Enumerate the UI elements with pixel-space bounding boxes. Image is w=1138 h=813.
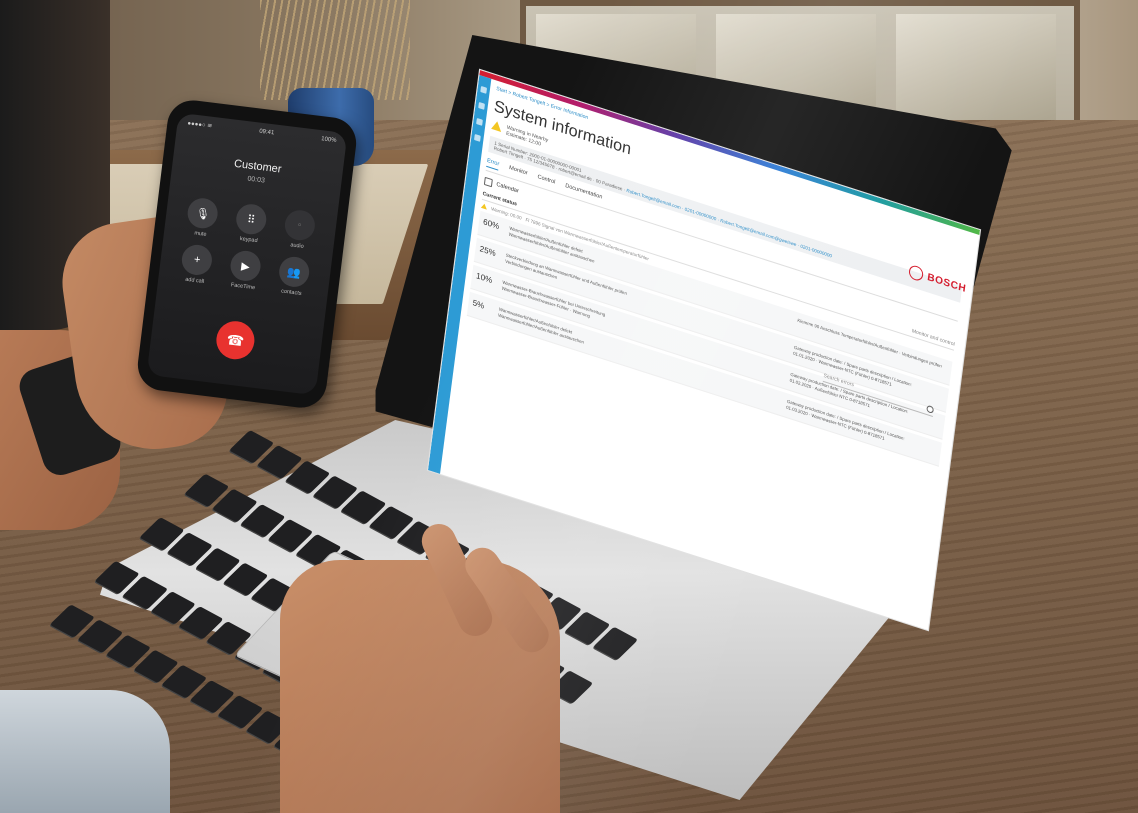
status-time: 09:41 xyxy=(258,128,275,137)
sidebar-info-icon[interactable] xyxy=(474,133,481,142)
photo-scene: ●●●●○ ≋ 09:41 100% Customer 00:03 🎙 mute… xyxy=(0,0,1138,813)
warning-icon xyxy=(491,119,503,132)
facetime-label: FaceTime xyxy=(230,282,256,292)
keypad-button[interactable]: ⠿ keypad xyxy=(224,201,277,246)
calendar-label: Calendar xyxy=(495,181,520,195)
contacts-button[interactable]: 👥 contacts xyxy=(267,254,320,299)
phone-call-screen: ●●●●○ ≋ 09:41 100% Customer 00:03 🎙 mute… xyxy=(146,112,348,396)
dried-grass-decoration xyxy=(260,0,410,100)
mute-label: mute xyxy=(193,230,207,238)
audio-icon: ◦ xyxy=(282,208,317,242)
contacts-label: contacts xyxy=(280,288,302,297)
end-call-icon: ☎ xyxy=(225,330,246,349)
cause-probability: 10% xyxy=(475,270,493,285)
facetime-icon: ▶ xyxy=(228,249,263,283)
mute-icon: 🎙 xyxy=(186,196,220,231)
call-controls: 🎙 mute ⠿ keypad ◦ audio + add call ▶ Fac… xyxy=(170,195,325,298)
contacts-icon: 👥 xyxy=(277,255,311,289)
mute-button[interactable]: 🎙 mute xyxy=(176,195,229,240)
phone-status-bar: ●●●●○ ≋ 09:41 100% xyxy=(187,120,337,145)
signal-indicator: ●●●●○ ≋ xyxy=(187,120,213,130)
end-call-button[interactable]: ☎ xyxy=(214,319,257,362)
battery-indicator: 100% xyxy=(320,136,337,145)
sidebar-home-icon[interactable] xyxy=(480,85,488,94)
facetime-button[interactable]: ▶ FaceTime xyxy=(218,248,271,293)
audio-button[interactable]: ◦ audio xyxy=(272,207,325,252)
audio-label: audio xyxy=(289,242,305,250)
cause-probability: 60% xyxy=(482,217,500,232)
keypad-icon: ⠿ xyxy=(234,202,268,236)
sidebar-list-icon[interactable] xyxy=(478,101,485,110)
cause-probability: 5% xyxy=(472,297,485,311)
tab-control[interactable]: Control xyxy=(537,174,556,189)
search-icon[interactable] xyxy=(926,404,935,414)
sidebar-settings-icon[interactable] xyxy=(476,117,483,126)
keypad-label: keypad xyxy=(239,236,258,245)
tab-monitor[interactable]: Monitor xyxy=(508,165,528,180)
add-call-button[interactable]: + add call xyxy=(170,242,223,287)
smartphone: ●●●●○ ≋ 09:41 100% Customer 00:03 🎙 mute… xyxy=(134,97,360,411)
cause-probability: 25% xyxy=(479,243,497,259)
add-call-label: add call xyxy=(184,276,205,285)
person-sleeve xyxy=(0,690,170,813)
calendar-icon xyxy=(483,176,493,188)
warning-small-icon xyxy=(480,202,488,210)
add-call-icon: + xyxy=(180,243,214,277)
tab-error[interactable]: Error xyxy=(486,157,500,171)
